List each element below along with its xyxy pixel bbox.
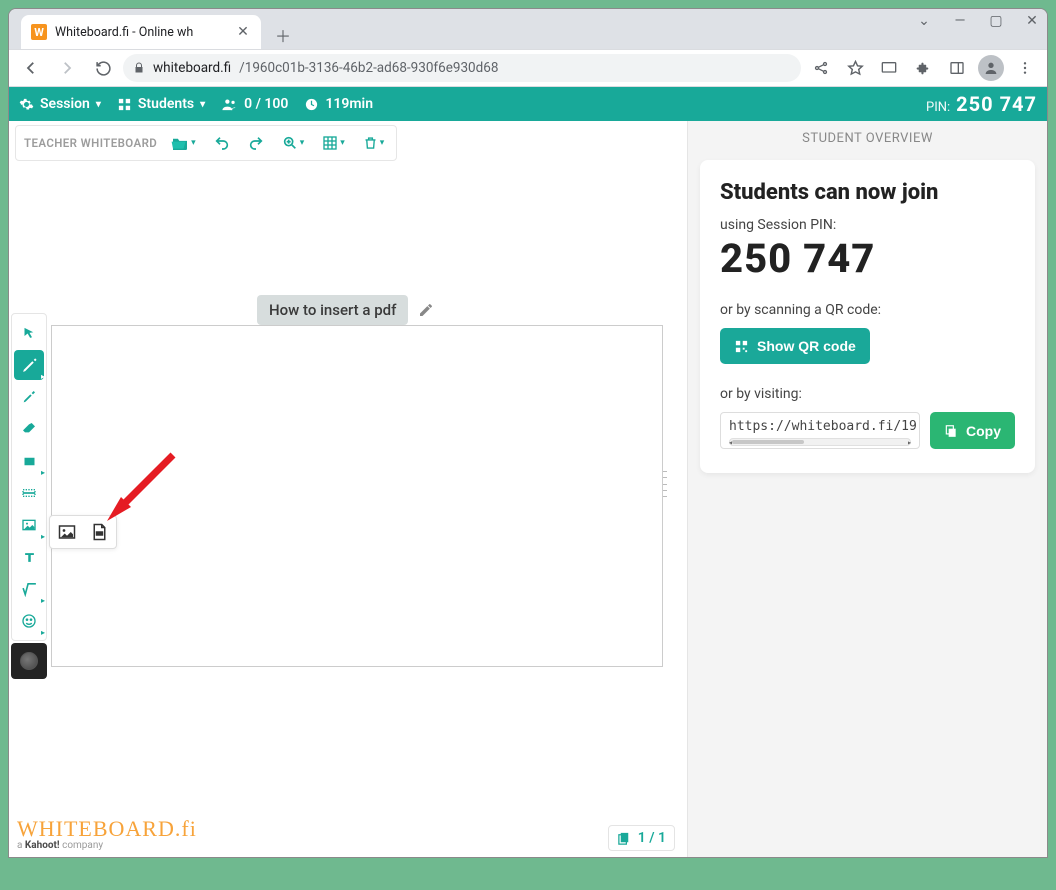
kebab-menu-icon[interactable]: [1009, 52, 1041, 84]
image-tool[interactable]: ▸: [14, 510, 44, 540]
undo-button[interactable]: [210, 131, 234, 155]
qr-label: or by scanning a QR code:: [720, 302, 1015, 318]
tool-palette: ▸ ▸ ▸ ▸ ▸: [11, 313, 47, 641]
delete-button[interactable]: ▾: [359, 131, 389, 155]
new-tab-button[interactable]: ＋: [269, 21, 297, 49]
watermark-logo: WHITEBOARD.fi: [17, 816, 197, 842]
pin-display: PIN: 250 747: [926, 92, 1037, 116]
shape-tool[interactable]: ▸: [14, 446, 44, 476]
tab-title: Whiteboard.fi - Online wh: [55, 25, 227, 40]
time-value: 119min: [325, 96, 373, 112]
page-indicator-text: 1 / 1: [638, 830, 666, 846]
tab-bar: W Whiteboard.fi - Online wh ✕ ＋ ⌄ — ▢ ✕: [9, 9, 1047, 49]
whiteboard-toolbar-strip: TEACHER WHITEBOARD ▾ ▾ ▾ ▾: [15, 125, 397, 161]
browser-window: W Whiteboard.fi - Online wh ✕ ＋ ⌄ — ▢ ✕: [8, 8, 1048, 858]
cast-icon[interactable]: [873, 52, 905, 84]
session-pin: 250 747: [720, 235, 1015, 282]
whiteboard-area: TEACHER WHITEBOARD ▾ ▾ ▾ ▾ How to ins: [9, 121, 687, 857]
session-menu[interactable]: Session ▾: [19, 96, 101, 112]
show-qr-label: Show QR code: [757, 338, 856, 354]
pages-icon: [617, 831, 632, 846]
share-icon[interactable]: [805, 52, 837, 84]
copy-url-button[interactable]: Copy: [930, 412, 1015, 449]
palette-icon: [20, 652, 38, 670]
minimize-icon[interactable]: —: [949, 13, 971, 29]
line-tool[interactable]: [14, 478, 44, 508]
join-card: Students can now join using Session PIN:…: [700, 160, 1035, 473]
clock-icon: [304, 97, 319, 112]
math-tool[interactable]: ▸: [14, 574, 44, 604]
page-content: Session ▾ Students ▾ 0 / 100 119min: [9, 87, 1047, 857]
close-tab-icon[interactable]: ✕: [235, 24, 251, 40]
insert-image-button[interactable]: [56, 521, 78, 543]
emoji-tool[interactable]: ▸: [14, 606, 44, 636]
brand-watermark: WHITEBOARD.fi a Kahoot! company: [17, 816, 197, 851]
student-count: 0 / 100: [221, 96, 288, 113]
text-tool[interactable]: [14, 542, 44, 572]
student-overview-label: STUDENT OVERVIEW: [700, 127, 1035, 150]
sidepanel-icon[interactable]: [941, 52, 973, 84]
back-button[interactable]: [15, 52, 47, 84]
omnibox[interactable]: whiteboard.fi/1960c01b-3136-46b2-ad68-93…: [123, 54, 801, 82]
url-host: whiteboard.fi: [153, 60, 231, 76]
edit-title-icon[interactable]: [418, 302, 434, 318]
eraser-tool[interactable]: [14, 414, 44, 444]
show-qr-button[interactable]: Show QR code: [720, 328, 870, 364]
app-top-nav: Session ▾ Students ▾ 0 / 100 119min: [9, 87, 1047, 121]
student-overview-panel: STUDENT OVERVIEW Students can now join u…: [687, 121, 1047, 857]
join-url-field[interactable]: https://whiteboard.fi/19 ◂▸: [720, 412, 920, 449]
qr-icon: [734, 339, 749, 354]
window-controls: ⌄ — ▢ ✕: [913, 13, 1043, 29]
workspace: TEACHER WHITEBOARD ▾ ▾ ▾ ▾ How to ins: [9, 121, 1047, 857]
visit-label: or by visiting:: [720, 386, 1015, 402]
students-menu[interactable]: Students ▾: [117, 96, 205, 112]
open-file-button[interactable]: ▾: [167, 132, 200, 154]
copy-label: Copy: [966, 423, 1001, 439]
bookmark-icon[interactable]: [839, 52, 871, 84]
teacher-whiteboard-label: TEACHER WHITEBOARD: [24, 136, 157, 150]
address-bar: whiteboard.fi/1960c01b-3136-46b2-ad68-93…: [9, 49, 1047, 87]
favicon-icon: W: [31, 24, 47, 40]
canvas-title-chip[interactable]: How to insert a pdf: [257, 295, 408, 325]
chevron-down-icon[interactable]: ⌄: [913, 13, 935, 29]
close-window-icon[interactable]: ✕: [1021, 13, 1043, 29]
lock-icon: [133, 62, 145, 74]
select-tool[interactable]: [14, 318, 44, 348]
insert-pdf-button[interactable]: [88, 521, 110, 543]
profile-avatar[interactable]: [975, 52, 1007, 84]
using-pin-label: using Session PIN:: [720, 217, 1015, 233]
extensions-icon[interactable]: [907, 52, 939, 84]
page-indicator[interactable]: 1 / 1: [608, 825, 675, 851]
maximize-icon[interactable]: ▢: [985, 13, 1007, 29]
pin-value: 250 747: [956, 92, 1037, 116]
redo-button[interactable]: [244, 131, 268, 155]
dashboard-icon: [117, 97, 132, 112]
highlighter-tool[interactable]: [14, 382, 44, 412]
zoom-button[interactable]: ▾: [278, 131, 309, 155]
students-label: Students: [138, 96, 194, 112]
chevron-down-icon: ▾: [200, 99, 205, 110]
pin-label: PIN:: [926, 100, 950, 115]
pen-tool[interactable]: ▸: [14, 350, 44, 380]
image-tool-submenu: [49, 515, 117, 549]
color-picker-tool[interactable]: [11, 643, 47, 679]
reload-button[interactable]: [87, 52, 119, 84]
copy-icon: [944, 424, 958, 438]
whiteboard-canvas[interactable]: [51, 325, 663, 667]
users-icon: [221, 96, 238, 113]
student-count-value: 0 / 100: [244, 96, 288, 112]
join-url-text: https://whiteboard.fi/19: [729, 419, 911, 434]
browser-tab[interactable]: W Whiteboard.fi - Online wh ✕: [21, 15, 261, 49]
forward-button[interactable]: [51, 52, 83, 84]
chevron-down-icon: ▾: [96, 99, 101, 110]
time-remaining: 119min: [304, 96, 373, 112]
resize-grip[interactable]: [663, 471, 669, 497]
url-scrollbar[interactable]: ◂▸: [729, 438, 911, 446]
grid-button[interactable]: ▾: [318, 131, 349, 155]
session-label: Session: [40, 96, 90, 112]
url-path: /1960c01b-3136-46b2-ad68-930f6e930d68: [239, 60, 498, 76]
canvas-title-row: How to insert a pdf: [257, 295, 434, 325]
gear-icon: [19, 97, 34, 112]
join-heading: Students can now join: [720, 180, 1015, 205]
